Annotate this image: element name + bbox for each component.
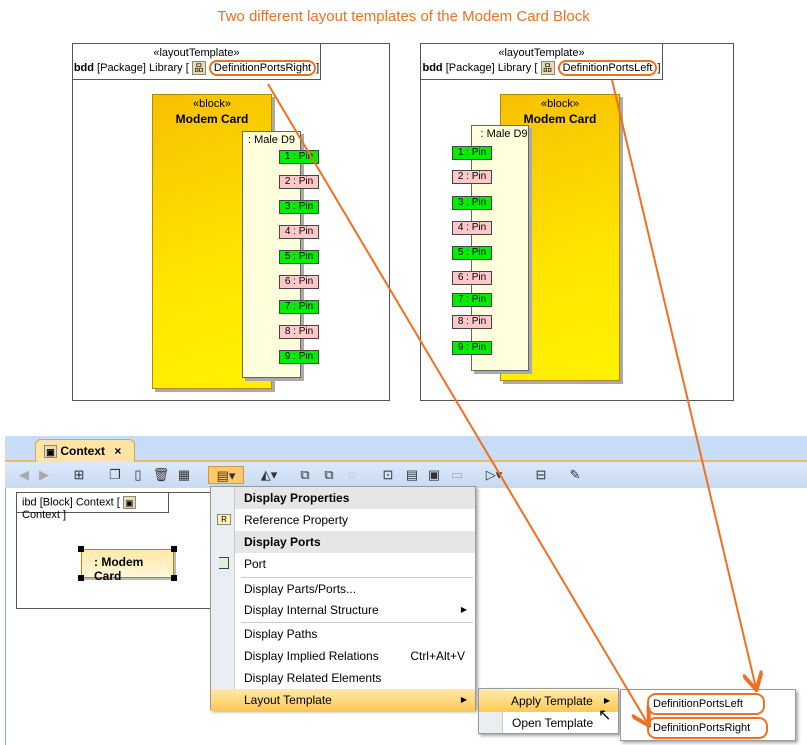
callout-arrows <box>267 79 807 745</box>
arrow-right-template <box>267 83 648 724</box>
arrow-left-template <box>611 79 756 688</box>
